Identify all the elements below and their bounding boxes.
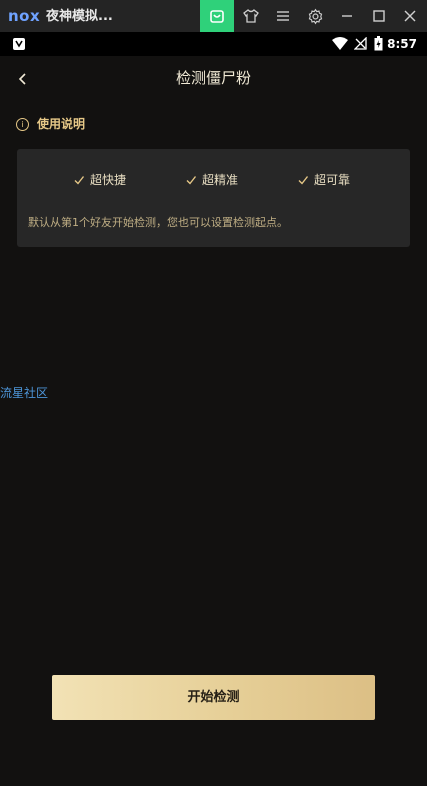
check-icon [298,176,309,185]
store-icon [210,10,224,23]
community-link[interactable]: 流星社区 [0,385,48,401]
usage-title: 使用说明 [37,117,86,131]
shirt-button[interactable] [241,6,261,26]
close-button[interactable] [400,6,420,26]
app-header: 检测僵尸粉 [0,56,427,102]
store-button[interactable] [200,0,234,32]
feature-label: 超精准 [202,173,239,187]
page-title: 检测僵尸粉 [175,69,251,87]
status-time: 8:57 [387,37,417,51]
feature-reliable: 超可靠 [297,172,350,188]
minimize-icon [342,15,352,17]
notification-icon [13,38,25,50]
maximize-icon [373,10,385,22]
menu-icon [277,11,289,21]
feature-accurate: 超精准 [185,172,238,188]
close-icon [404,10,416,22]
feature-fast: 超快捷 [73,172,126,188]
feature-label: 超可靠 [314,173,351,187]
shirt-icon [243,9,259,23]
menu-button[interactable] [273,6,293,26]
usage-heading: i 使用说明 [16,116,85,132]
info-icon: i [16,117,29,131]
nox-logo: nox [8,7,41,25]
battery-icon [374,36,383,51]
maximize-button[interactable] [369,6,389,26]
status-bar: 8:57 [0,32,427,56]
wifi-icon [332,37,348,50]
emulator-title-bar: nox 夜神模拟... [0,0,427,32]
emulator-title: 夜神模拟... [46,9,113,24]
minimize-button[interactable] [337,6,357,26]
gear-icon [308,8,322,24]
check-icon [186,176,197,185]
feature-label: 超快捷 [90,173,127,187]
info-card: 超快捷 超精准 超可靠 默认从第1个好友开始检测，您也可以设置检测起点。 [17,149,410,247]
no-signal-icon [354,37,367,50]
start-detection-button[interactable]: 开始检测 [52,675,375,720]
check-icon [74,176,85,185]
settings-button[interactable] [305,6,325,26]
start-detection-label: 开始检测 [187,689,240,705]
usage-description: 默认从第1个好友开始检测，您也可以设置检测起点。 [28,216,288,229]
